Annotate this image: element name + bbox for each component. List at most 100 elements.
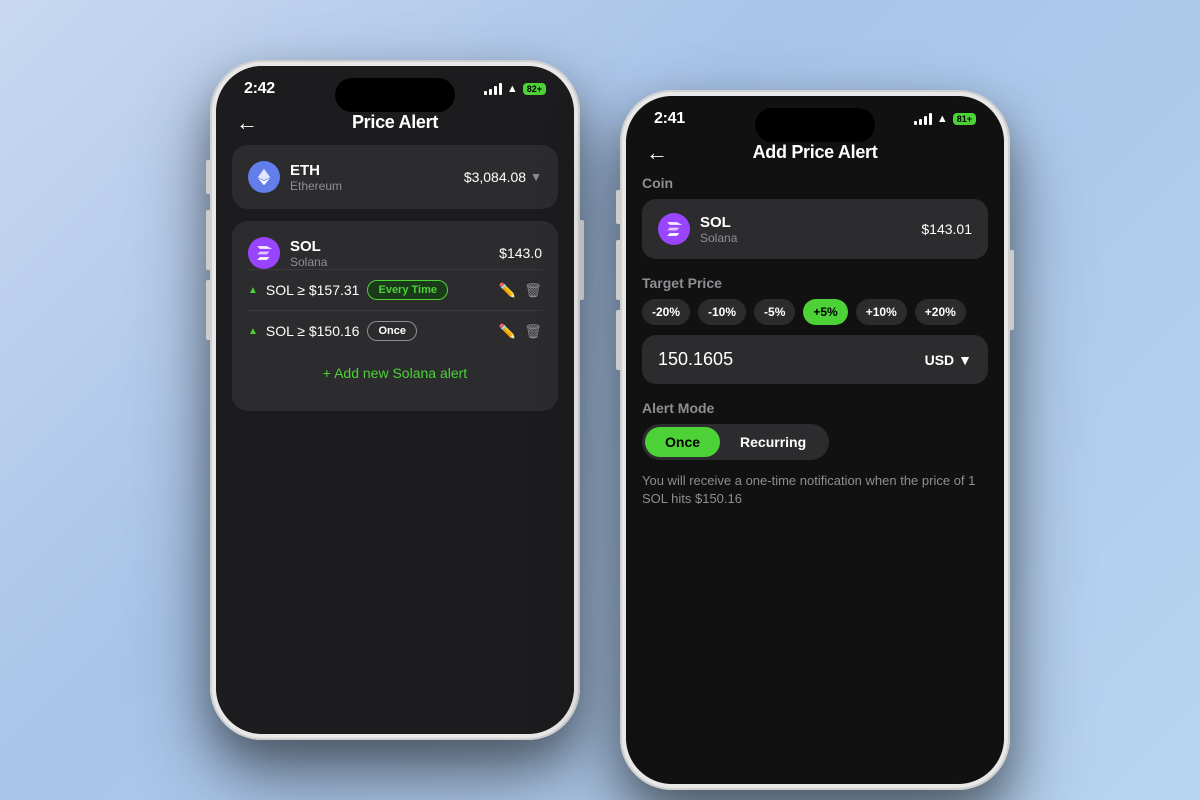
edit-icon-2[interactable]: ✏️ — [499, 323, 516, 340]
coin-names-2: SOL Solana — [700, 214, 737, 245]
sol-alert-2: ▲ SOL ≥ $150.16 Once ✏️ 🗑 — [248, 310, 542, 351]
phone-2: 2:41 ▲ 81+ ← Add Pri — [620, 90, 1010, 790]
add-price-alert-content: Coin SOL — [626, 175, 1004, 784]
phone-2-inner: 2:41 ▲ 81+ ← Add Pri — [626, 96, 1004, 784]
coin-price-2: $143.01 — [921, 221, 972, 237]
coin-info-2: SOL Solana — [658, 213, 737, 245]
volume-up-button-2 — [616, 240, 620, 300]
alert-mode-section: Alert Mode Once Recurring You will recei… — [642, 400, 988, 508]
alert-2-actions: ✏️ 🗑 — [499, 323, 542, 340]
wifi-icon-2: ▲ — [937, 113, 948, 125]
coin-symbol-2: SOL — [700, 214, 737, 231]
alert-1-left: ▲ SOL ≥ $157.31 Every Time — [248, 280, 448, 300]
price-alert-content: ETH Ethereum $3,084.08 ▼ — [216, 145, 574, 734]
time-2: 2:41 — [654, 110, 685, 128]
chip-minus20[interactable]: -20% — [642, 299, 690, 325]
signal-bar-2 — [489, 89, 492, 95]
phone-2-screen: 2:41 ▲ 81+ ← Add Pri — [626, 96, 1004, 784]
coin-section-label: Coin — [642, 175, 988, 191]
alert-1-text: SOL ≥ $157.31 — [266, 282, 360, 298]
delete-icon-1[interactable]: 🗑 — [524, 282, 542, 299]
phone-1-screen: 2:42 ▲ 82+ ← Price A — [216, 66, 574, 734]
sol-card[interactable]: SOL Solana $143.0 ▲ — [232, 221, 558, 411]
battery-1: 82+ — [523, 83, 546, 95]
phone-1-inner: 2:42 ▲ 82+ ← Price A — [216, 66, 574, 734]
add-solana-alert-button[interactable]: + Add new Solana alert — [248, 351, 542, 395]
coin-full-name-2: Solana — [700, 231, 737, 245]
sol-row: SOL Solana $143.0 — [248, 237, 542, 269]
status-icons-2: ▲ 81+ — [914, 113, 976, 125]
signal-bar-2-4 — [929, 113, 932, 125]
signal-bar-2-3 — [924, 116, 927, 125]
page-title-1: Price Alert — [352, 112, 438, 133]
signal-bar-2-2 — [919, 119, 922, 125]
sol-icon-2 — [658, 213, 690, 245]
eth-chevron: ▼ — [530, 170, 542, 184]
alert-2-arrow: ▲ — [248, 326, 258, 337]
signal-bars-2 — [914, 113, 932, 125]
volume-down-button — [206, 280, 210, 340]
alert-2-badge: Once — [367, 321, 417, 341]
eth-symbol: ETH — [290, 162, 342, 179]
eth-icon — [248, 161, 280, 193]
back-button-2[interactable]: ← — [646, 140, 668, 166]
mode-recurring-button[interactable]: Recurring — [720, 427, 826, 457]
back-button-1[interactable]: ← — [236, 110, 258, 136]
alert-2-text: SOL ≥ $150.16 — [266, 323, 360, 339]
price-input-row: 150.1605 USD ▼ — [642, 335, 988, 384]
chip-plus20[interactable]: +20% — [915, 299, 966, 325]
phones-container: 2:42 ▲ 82+ ← Price A — [150, 40, 1050, 760]
dynamic-island-2 — [755, 108, 875, 142]
chip-minus10[interactable]: -10% — [698, 299, 746, 325]
currency-chevron: ▼ — [958, 352, 972, 368]
silent-switch — [206, 160, 210, 194]
page-title-2: Add Price Alert — [753, 142, 878, 163]
alert-1-arrow: ▲ — [248, 285, 258, 296]
chip-minus5[interactable]: -5% — [754, 299, 795, 325]
target-price-label: Target Price — [642, 275, 988, 291]
sol-info: SOL Solana — [248, 237, 327, 269]
silent-switch-2 — [616, 190, 620, 224]
dynamic-island-1 — [335, 78, 455, 112]
mode-once-button[interactable]: Once — [645, 427, 720, 457]
battery-2: 81+ — [953, 113, 976, 125]
status-icons-1: ▲ 82+ — [484, 83, 546, 95]
eth-price-row: $3,084.08 ▼ — [464, 169, 542, 185]
signal-bar-1 — [484, 91, 487, 95]
sol-symbol: SOL — [290, 238, 327, 255]
signal-bar-3 — [494, 86, 497, 95]
eth-row: ETH Ethereum $3,084.08 ▼ — [248, 161, 542, 193]
phone-1: 2:42 ▲ 82+ ← Price A — [210, 60, 580, 740]
edit-icon-1[interactable]: ✏️ — [499, 282, 516, 299]
eth-name: Ethereum — [290, 179, 342, 193]
alert-1-badge: Every Time — [367, 280, 448, 300]
alert-2-left: ▲ SOL ≥ $150.16 Once — [248, 321, 417, 341]
signal-bar-4 — [499, 83, 502, 95]
coin-selector[interactable]: SOL Solana $143.01 — [642, 199, 988, 259]
signal-bar-2-1 — [914, 121, 917, 125]
chip-plus10[interactable]: +10% — [856, 299, 907, 325]
notification-description: You will receive a one-time notification… — [642, 472, 988, 508]
sol-price-row: $143.0 — [499, 245, 542, 261]
currency-label: USD — [925, 352, 955, 368]
mode-toggle: Once Recurring — [642, 424, 829, 460]
time-1: 2:42 — [244, 80, 275, 98]
alert-mode-label: Alert Mode — [642, 400, 988, 416]
eth-info: ETH Ethereum — [248, 161, 342, 193]
sol-names: SOL Solana — [290, 238, 327, 269]
eth-price: $3,084.08 — [464, 169, 526, 185]
eth-names: ETH Ethereum — [290, 162, 342, 193]
power-button — [580, 220, 584, 300]
sol-price: $143.0 — [499, 245, 542, 261]
eth-card[interactable]: ETH Ethereum $3,084.08 ▼ — [232, 145, 558, 209]
delete-icon-2[interactable]: 🗑 — [524, 323, 542, 340]
wifi-icon-1: ▲ — [507, 83, 518, 95]
sol-full-name: Solana — [290, 255, 327, 269]
chip-plus5[interactable]: +5% — [803, 299, 847, 325]
price-input-value[interactable]: 150.1605 — [658, 349, 733, 370]
sol-alert-1: ▲ SOL ≥ $157.31 Every Time ✏️ 🗑 — [248, 269, 542, 310]
volume-up-button — [206, 210, 210, 270]
signal-bars-1 — [484, 83, 502, 95]
currency-selector[interactable]: USD ▼ — [925, 352, 972, 368]
power-button-2 — [1010, 250, 1014, 330]
